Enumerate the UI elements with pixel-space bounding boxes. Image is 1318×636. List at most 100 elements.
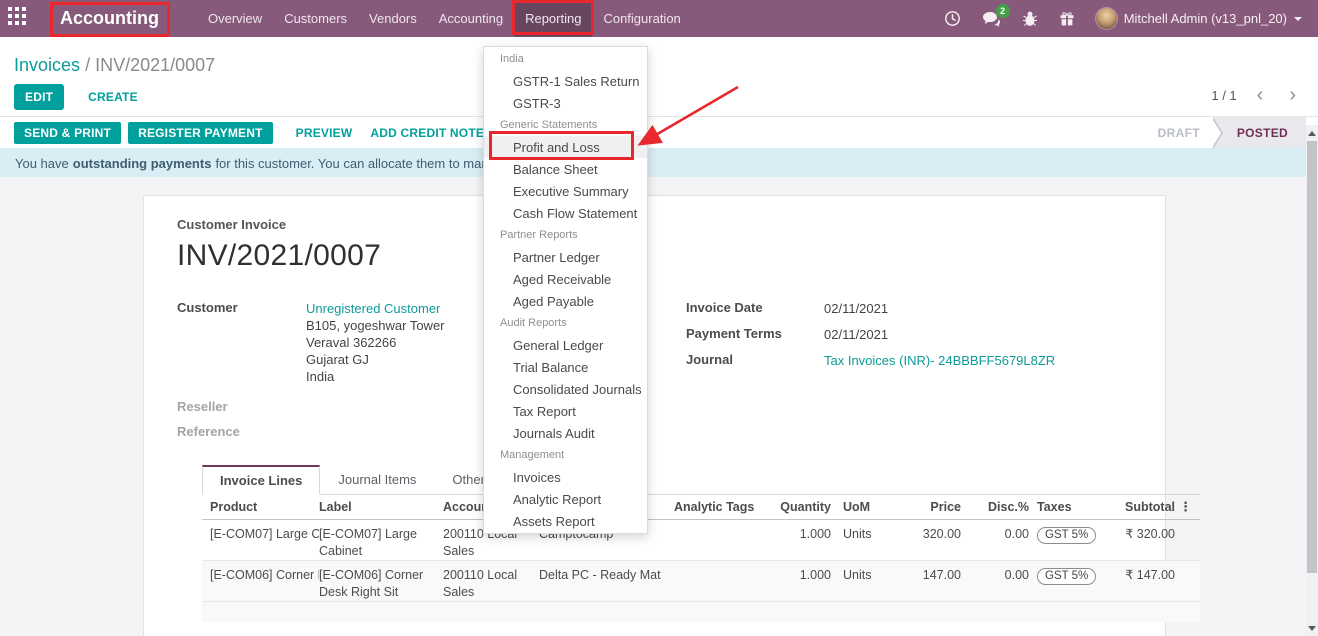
reporting-menu-entry[interactable]: Trial Balance <box>484 356 647 378</box>
invoice-card: Customer Invoice INV/2021/0007 Customer … <box>143 195 1166 636</box>
statusbar-action-button[interactable]: ADD CREDIT NOTE <box>368 120 486 146</box>
customer-field-label: Customer <box>177 300 306 385</box>
cell-quantity: 1.000 <box>766 567 831 601</box>
cell-analytic-tags <box>674 526 766 560</box>
cell-product: [E-COM06] Corner D... <box>202 567 319 601</box>
reference-field-label: Reference <box>177 424 306 439</box>
statusbar-solid-buttons: SEND & PRINT REGISTER PAYMENT <box>14 122 280 144</box>
field-label: Payment Terms <box>686 326 824 343</box>
tabs: Invoice LinesJournal ItemsOther Info <box>202 465 1200 495</box>
reporting-menu-entry[interactable]: Executive Summary <box>484 180 647 202</box>
pager-previous-icon[interactable]: ‹ <box>1251 85 1270 105</box>
app-menu-item[interactable]: Reporting <box>514 0 592 37</box>
app-menu-item[interactable]: Customers <box>273 0 358 37</box>
reporting-menu-entry[interactable]: Aged Receivable <box>484 268 647 290</box>
reporting-menu-entry[interactable]: Journals Audit <box>484 422 647 444</box>
customer-address: B105, yogeshwar TowerVeraval 362266Gujar… <box>306 317 445 385</box>
reporting-menu-entry[interactable]: Aged Payable <box>484 290 647 312</box>
reporting-menu-entry[interactable]: Generic Statements <box>484 114 647 136</box>
reporting-menu-entry[interactable]: Invoices <box>484 466 647 488</box>
col-header-product[interactable]: Product <box>202 499 319 516</box>
tax-badge: GST 5% <box>1037 568 1096 585</box>
col-header-label[interactable]: Label <box>319 499 443 516</box>
field-row: Invoice Date 02/11/2021 <box>686 300 1055 317</box>
invoice-line-row[interactable]: [E-COM07] Large Ca... [E-COM07] Large Ca… <box>202 520 1200 561</box>
breadcrumb: Invoices / INV/2021/0007 <box>14 55 215 76</box>
field-value: 02/11/2021 <box>824 300 888 317</box>
tab[interactable]: Journal Items <box>320 465 434 495</box>
app-menu-item[interactable]: Overview <box>197 0 273 37</box>
stage-draft[interactable]: DRAFT <box>1140 117 1213 148</box>
reporting-menu-entry[interactable]: Assets Report <box>484 510 647 532</box>
table-body: [E-COM07] Large Ca... [E-COM07] Large Ca… <box>202 520 1200 602</box>
cell-price: 147.00 <box>899 567 961 601</box>
app-menu-item[interactable]: Configuration <box>592 0 691 37</box>
cell-taxes: GST 5% <box>1029 526 1105 560</box>
pager-value[interactable]: 1 / 1 <box>1211 88 1236 103</box>
app-menu-item[interactable]: Accounting <box>428 0 514 37</box>
reporting-menu-entry[interactable]: Cash Flow Statement <box>484 202 647 224</box>
customer-link[interactable]: Unregistered Customer <box>306 300 445 317</box>
field-row: Journal Tax Invoices (INR)- 24BBBFF5679L… <box>686 352 1055 369</box>
col-header-uom[interactable]: UoM <box>837 499 899 516</box>
reporting-menu-entry[interactable]: Tax Report <box>484 400 647 422</box>
scrollbar-thumb[interactable] <box>1307 141 1317 573</box>
breadcrumb-row: Invoices / INV/2021/0007 <box>0 37 1318 78</box>
bug-icon[interactable] <box>1022 10 1038 27</box>
scroll-down-icon[interactable] <box>1306 621 1318 635</box>
col-header-quantity[interactable]: Quantity <box>766 499 831 516</box>
edit-button[interactable]: EDIT <box>14 84 64 110</box>
cell-disc: 0.00 <box>961 526 1029 560</box>
outstanding-payments-alert: You have outstanding payments for this c… <box>0 148 1318 178</box>
tab[interactable]: Invoice Lines <box>202 465 320 495</box>
reporting-menu-entry[interactable]: General Ledger <box>484 334 647 356</box>
cell-quantity: 1.000 <box>766 526 831 560</box>
control-buttons-row: EDIT CREATE 1 / 1 ‹ › <box>0 78 1318 116</box>
col-header-analytic-tags[interactable]: Analytic Tags <box>674 499 766 516</box>
breadcrumb-separator: / <box>85 55 95 75</box>
user-menu[interactable]: Mitchell Admin (v13_pnl_20) <box>1096 8 1302 29</box>
reseller-field-label: Reseller <box>177 399 306 414</box>
invoice-line-row[interactable]: [E-COM06] Corner D... [E-COM06] Corner D… <box>202 561 1200 602</box>
address-line: Gujarat GJ <box>306 351 445 368</box>
vertical-scrollbar[interactable] <box>1306 125 1318 636</box>
col-header-subtotal[interactable]: Subtotal <box>1105 499 1175 516</box>
reporting-menu-entry[interactable]: Management <box>484 444 647 466</box>
activities-clock-icon[interactable] <box>944 10 961 27</box>
pager: 1 / 1 ‹ › <box>1211 85 1302 105</box>
statusbar-action-button[interactable]: REGISTER PAYMENT <box>128 122 273 144</box>
cell-label: [E-COM06] Corner Desk Right Sit <box>319 567 443 601</box>
reporting-menu-entry[interactable]: Consolidated Journals <box>484 378 647 400</box>
status-stages: DRAFT POSTED <box>1140 117 1306 148</box>
reporting-menu-entry[interactable]: Profit and Loss <box>484 136 647 158</box>
cell-product: [E-COM07] Large Ca... <box>202 526 319 560</box>
field-label: Journal <box>686 352 824 369</box>
col-header-disc[interactable]: Disc.% <box>961 499 1029 516</box>
stage-posted[interactable]: POSTED <box>1213 117 1306 148</box>
user-avatar <box>1096 8 1117 29</box>
create-button[interactable]: CREATE <box>86 84 140 110</box>
gift-icon[interactable] <box>1059 10 1075 27</box>
optional-columns-icon[interactable]: ⋮ <box>1179 499 1192 514</box>
scroll-up-icon[interactable] <box>1306 126 1318 140</box>
reporting-menu-entry[interactable]: GSTR-3 <box>484 92 647 114</box>
statusbar-action-button[interactable]: PREVIEW <box>294 120 355 146</box>
col-header-taxes[interactable]: Taxes <box>1029 499 1105 516</box>
reporting-menu-entry[interactable]: Audit Reports <box>484 312 647 334</box>
app-brand[interactable]: Accounting <box>58 4 161 33</box>
reporting-dropdown-menu: India GSTR-1 Sales Return GSTR-3 Generic… <box>483 46 648 534</box>
pager-next-icon[interactable]: › <box>1283 85 1302 105</box>
reporting-menu-entry[interactable]: Balance Sheet <box>484 158 647 180</box>
app-menu-item[interactable]: Vendors <box>358 0 428 37</box>
reporting-menu-entry[interactable]: Analytic Report <box>484 488 647 510</box>
messages-icon[interactable]: 2 <box>982 11 1001 27</box>
reporting-menu-entry[interactable]: India <box>484 48 647 70</box>
col-header-price[interactable]: Price <box>899 499 961 516</box>
cell-price: 320.00 <box>899 526 961 560</box>
reporting-menu-entry[interactable]: Partner Reports <box>484 224 647 246</box>
table-header-row: Product Label Account Analytic Account A… <box>202 495 1200 520</box>
breadcrumb-parent-link[interactable]: Invoices <box>14 55 80 75</box>
statusbar-action-button[interactable]: SEND & PRINT <box>14 122 121 144</box>
reporting-menu-entry[interactable]: GSTR-1 Sales Return <box>484 70 647 92</box>
reporting-menu-entry[interactable]: Partner Ledger <box>484 246 647 268</box>
